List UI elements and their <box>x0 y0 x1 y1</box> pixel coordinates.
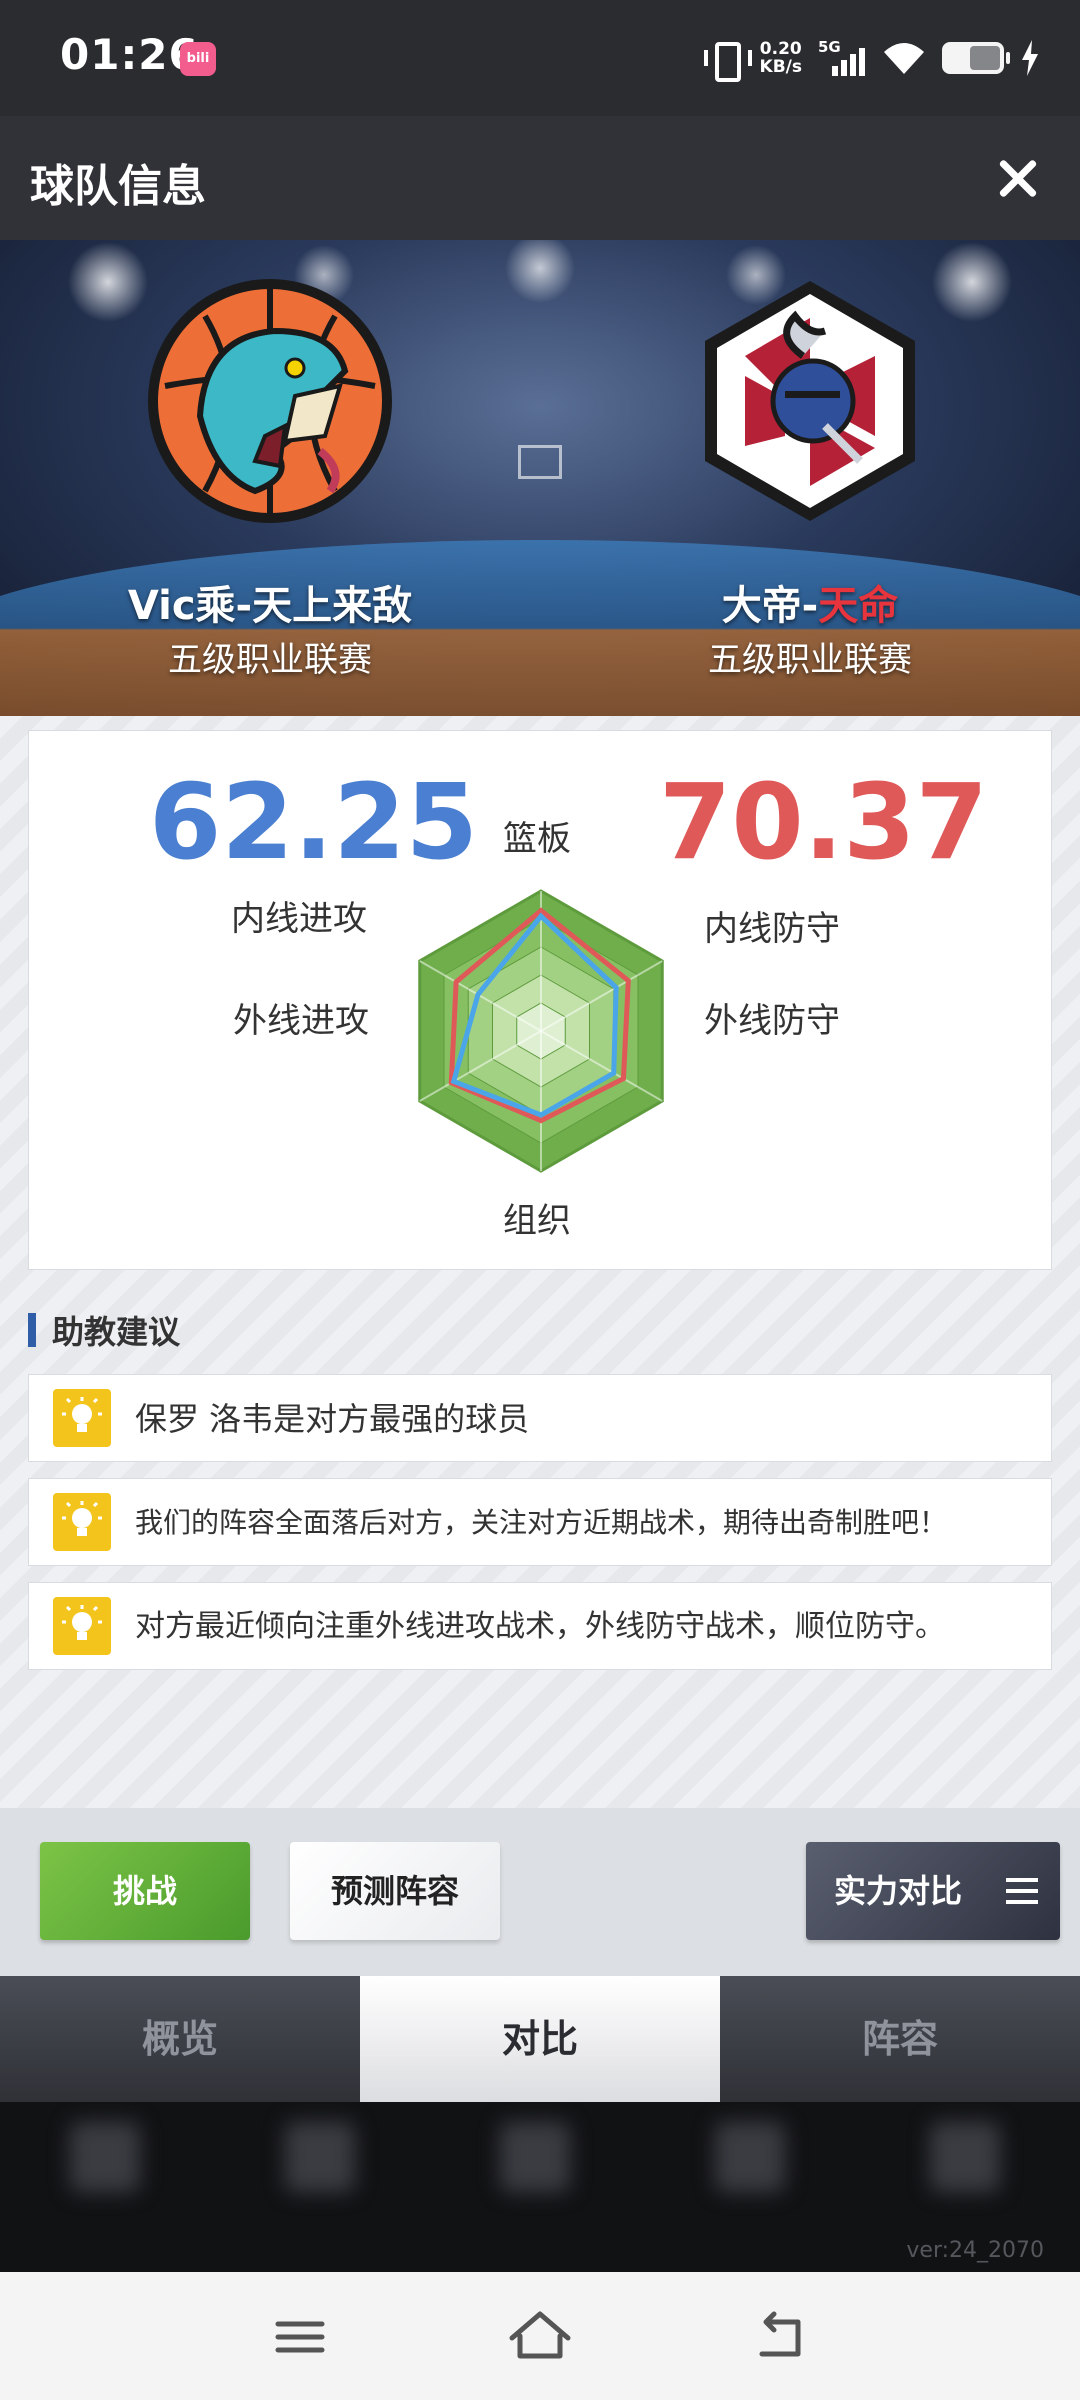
radar-label-inside-defense: 内线防守 <box>704 909 840 949</box>
advice-heading-text: 助教建议 <box>52 1313 181 1351</box>
signal-icon: 5G <box>818 38 866 76</box>
radar-label-playmaking: 组织 <box>503 1201 571 1241</box>
away-team-league: 五级职业联赛 <box>708 640 912 680</box>
home-team-name: Vic乘-天上来敌 <box>127 583 413 629</box>
home-icon[interactable] <box>500 2302 580 2372</box>
radar-label-inside-offense: 内线进攻 <box>231 899 367 939</box>
advice-item: 保罗 洛韦是对方最强的球员 <box>28 1374 1052 1462</box>
advice-text: 对方最近倾向注重外线进攻战术，外线防守战术，顺位防守。 <box>135 1609 945 1644</box>
network-type: 5G <box>818 38 841 56</box>
network-speed-unit: KB/s <box>759 57 802 77</box>
knight-team-logo <box>705 281 915 521</box>
team-banner: Vic乘-天上来敌 大帝-天命 五级职业联赛 五级职业联赛 <box>0 240 1080 716</box>
away-team-name-prefix: 大帝- <box>721 583 819 629</box>
advice-item: 我们的阵容全面落后对方，关注对方近期战术，期待出奇制胜吧！ <box>28 1478 1052 1566</box>
menu-icon[interactable] <box>260 2302 340 2372</box>
tab-overview[interactable]: 概览 <box>0 1976 360 2102</box>
radar-label-outside-offense: 外线进攻 <box>233 1001 369 1041</box>
network-speed-value: 0.20 <box>759 39 802 59</box>
comparison-panel: 62.25 70.37 篮板 内线防守 外线防守 组织 外线进攻 内线进攻 助教… <box>0 716 1080 1808</box>
page-title: 球队信息 <box>30 161 206 212</box>
battery-icon <box>942 42 1010 74</box>
dinosaur-team-logo <box>148 279 392 523</box>
radar-label-outside-defense: 外线防守 <box>704 1001 840 1041</box>
home-team-league: 五级职业联赛 <box>168 640 372 680</box>
vibrate-icon <box>703 40 752 82</box>
lightbulb-icon <box>53 1389 111 1447</box>
away-team-name: 大帝-天命 <box>580 573 1040 631</box>
action-bar: 挑战 预测阵容 实力对比 <box>0 1808 1080 1976</box>
wifi-icon <box>882 40 926 76</box>
status-time: 01:26 <box>60 30 199 79</box>
lightbulb-icon <box>53 1597 111 1655</box>
blurred-background: ver:24_2070 <box>0 2102 1080 2272</box>
lightbulb-icon <box>53 1493 111 1551</box>
strength-compare-button[interactable]: 实力对比 <box>806 1842 1060 1940</box>
status-bar: 01:26 bili 0.20 KB/s 5G <box>0 0 1080 116</box>
tab-lineup[interactable]: 阵容 <box>720 1976 1080 2102</box>
bilibili-app-icon: bili <box>180 42 216 76</box>
charging-bolt-icon <box>1022 40 1038 76</box>
radar-card: 62.25 70.37 篮板 内线防守 外线防守 组织 外线进攻 内线进攻 <box>28 730 1052 1270</box>
dialog-header: 球队信息 <box>0 116 1080 240</box>
predict-lineup-button[interactable]: 预测阵容 <box>290 1842 500 1940</box>
system-nav-bar <box>0 2272 1080 2400</box>
away-team-name-highlight: 天命 <box>818 583 899 629</box>
advice-item: 对方最近倾向注重外线进攻战术，外线防守战术，顺位防守。 <box>28 1582 1052 1670</box>
radar-label-rebound: 篮板 <box>503 819 571 859</box>
strength-compare-label: 实力对比 <box>834 1872 963 1910</box>
status-icons: 0.20 KB/s 5G <box>703 36 1040 82</box>
advice-text: 保罗 洛韦是对方最强的球员 <box>135 1400 530 1438</box>
tab-bar: 概览 对比 阵容 <box>0 1976 1080 2102</box>
close-button[interactable] <box>978 138 1058 218</box>
menu-icon <box>1006 1878 1038 1904</box>
advice-text: 我们的阵容全面落后对方，关注对方近期战术，期待出奇制胜吧！ <box>135 1506 948 1539</box>
back-icon[interactable] <box>740 2302 820 2372</box>
advice-heading: 助教建议 <box>28 1310 181 1351</box>
challenge-button[interactable]: 挑战 <box>40 1842 250 1940</box>
network-speed: 0.20 KB/s <box>760 40 802 76</box>
tab-compare[interactable]: 对比 <box>360 1976 720 2102</box>
version-label: ver:24_2070 <box>906 2238 1044 2263</box>
